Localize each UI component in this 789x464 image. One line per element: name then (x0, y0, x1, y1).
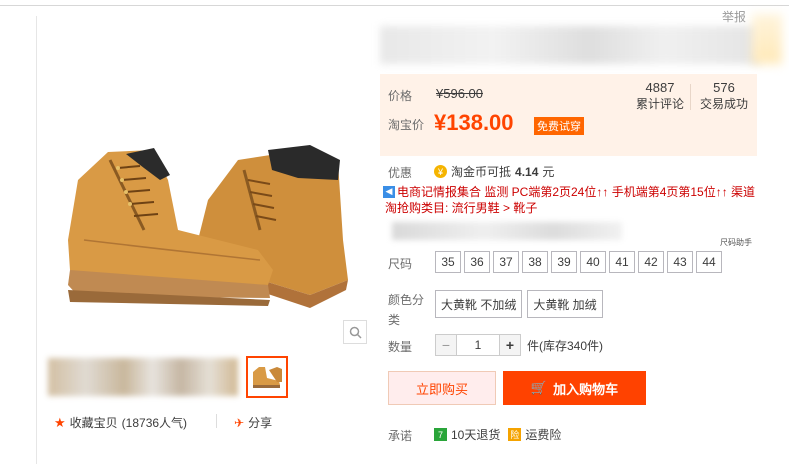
coin-unit: 元 (542, 165, 555, 179)
coin-text: 淘金币可抵 (451, 165, 512, 179)
deals-count: 576 (713, 80, 735, 95)
price-label: 价格 (388, 89, 413, 103)
stock-text: 件(库存340件) (527, 338, 604, 353)
review-count: 4887 (645, 80, 675, 95)
deals-stat: 576 交易成功 (694, 80, 754, 112)
favorite-button[interactable]: ★ 收藏宝贝 (18736人气) (54, 414, 187, 431)
size-option[interactable]: 44 (696, 251, 722, 273)
coin-amount: 4.14 (515, 164, 539, 179)
thumbnail-blurred[interactable] (48, 358, 238, 396)
size-label: 尺码 (388, 257, 413, 271)
size-option[interactable]: 43 (667, 251, 693, 273)
original-price: ¥596.00 (436, 86, 483, 101)
favorite-count: (18736人气) (121, 416, 188, 430)
deals-label: 交易成功 (699, 97, 748, 111)
share-label: 分享 (248, 416, 273, 430)
coin-discount: ¥ 淘金币可抵 4.14 元 (434, 163, 554, 180)
taobao-price-label: 淘宝价 (388, 118, 425, 132)
insurance-text[interactable]: 运费险 (525, 426, 561, 443)
buy-now-button[interactable]: 立即购买 (388, 371, 496, 405)
quantity-input[interactable]: 1 (457, 334, 499, 356)
price-panel: 价格 ¥596.00 淘宝价 ¥138.00 免费试穿 4887 累计评论 57… (380, 74, 757, 156)
return-text[interactable]: 10天退货 (451, 426, 500, 443)
report-link[interactable]: 举报 (722, 8, 746, 25)
add-to-cart-button[interactable]: 🛒 加入购物车 (503, 371, 646, 405)
size-option[interactable]: 41 (609, 251, 635, 273)
zoom-button[interactable] (343, 320, 367, 344)
size-option[interactable]: 42 (638, 251, 664, 273)
magnifier-icon (349, 326, 362, 339)
size-option[interactable]: 38 (522, 251, 548, 273)
promise-label: 承诺 (388, 429, 413, 443)
title-side-banner (752, 14, 782, 64)
review-stat[interactable]: 4887 累计评论 (632, 80, 688, 112)
category-line[interactable]: 淘抢购类目: 流行男鞋 > 靴子 (385, 199, 537, 216)
extension-info-line[interactable]: ◀ 电商记情报集合 监测 PC端第2页24位↑↑ 手机端第4页第15位↑↑ 渠道 (383, 183, 755, 200)
top-divider (0, 5, 789, 6)
size-options: 35 36 37 38 39 40 41 42 43 44 (435, 251, 722, 273)
thumbnail-active[interactable] (246, 356, 288, 398)
share-icon: ✈ (234, 415, 245, 430)
divider (216, 414, 217, 428)
favorite-label: 收藏宝贝 (69, 416, 118, 430)
increase-button[interactable]: + (499, 334, 521, 356)
color-option[interactable]: 大黄靴 不加绒 (435, 290, 523, 318)
cart-icon: 🛒 (530, 380, 548, 395)
left-border (36, 16, 37, 464)
review-label: 累计评论 (635, 97, 684, 111)
extension-icon: ◀ (383, 185, 395, 198)
service-promise: 7 10天退货 险 运费险 (434, 426, 561, 443)
decrease-button[interactable]: − (435, 334, 457, 356)
size-option[interactable]: 35 (435, 251, 461, 273)
size-option[interactable]: 37 (493, 251, 519, 273)
boot-thumbnail-icon (253, 367, 282, 388)
size-option[interactable]: 36 (464, 251, 490, 273)
size-option[interactable]: 40 (580, 251, 606, 273)
insurance-badge-icon: 险 (508, 428, 522, 441)
stat-divider (690, 84, 691, 110)
star-icon: ★ (54, 414, 66, 430)
return-badge-icon: 7 (434, 428, 447, 441)
color-option[interactable]: 大黄靴 加绒 (527, 290, 603, 318)
share-button[interactable]: ✈ 分享 (234, 414, 272, 431)
product-main-image[interactable] (48, 120, 348, 330)
quantity-label: 数量 (388, 340, 413, 354)
current-price: ¥138.00 (434, 110, 514, 135)
extension-info-text: 电商记情报集合 监测 PC端第2页24位↑↑ 手机端第4页第15位↑↑ 渠道 (397, 185, 756, 199)
size-option[interactable]: 39 (551, 251, 577, 273)
product-title-blurred (380, 26, 760, 64)
blurred-row (392, 222, 622, 240)
color-label: 颜色分类 (388, 293, 425, 327)
add-to-cart-label: 加入购物车 (553, 381, 619, 397)
size-chart-link[interactable]: 尺码助手 (720, 237, 752, 248)
quantity-stepper: − 1 + 件(库存340件) (435, 334, 603, 356)
color-options: 大黄靴 不加绒 大黄靴 加绒 (435, 290, 603, 318)
free-trial-badge[interactable]: 免费试穿 (534, 117, 584, 135)
promo-label: 优惠 (388, 166, 413, 180)
coin-icon: ¥ (434, 165, 447, 178)
